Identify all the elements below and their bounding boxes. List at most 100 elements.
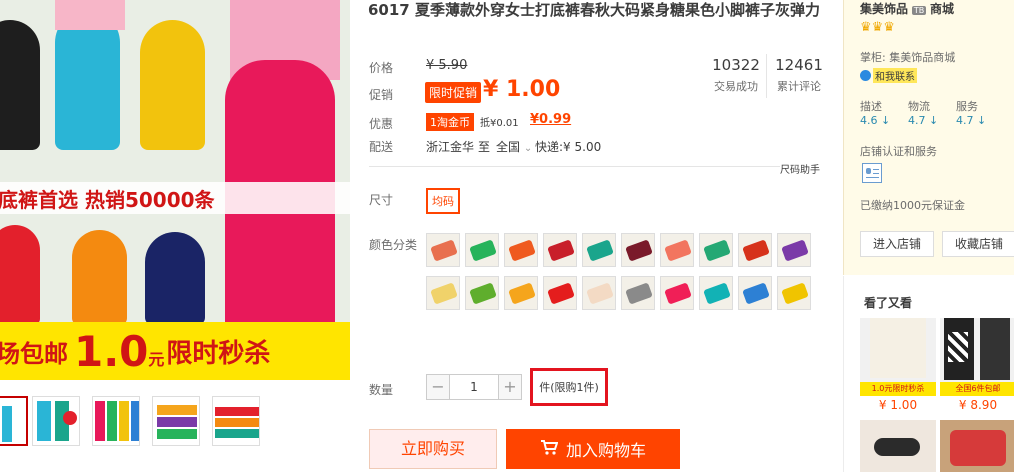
purchase-limit-highlight: 件(限购1件) (530, 368, 608, 406)
original-price: ¥ 5.90 (426, 58, 468, 73)
stat-divider (766, 54, 767, 98)
score-logistics-value: 4.7 ↓ (908, 114, 939, 127)
score-desc-value: 4.6 ↓ (860, 114, 891, 127)
color-swatch[interactable] (621, 233, 655, 267)
keeper-label: 掌柜: (860, 51, 886, 64)
increment-button[interactable]: + (498, 374, 522, 400)
color-sample (664, 282, 692, 305)
arrow-down-icon: ↓ (881, 114, 891, 127)
contact-label: 和我联系 (873, 68, 917, 83)
color-swatch[interactable] (582, 233, 616, 267)
keeper-name: 集美饰品商城 (889, 51, 956, 64)
color-sample (508, 239, 536, 262)
color-swatch[interactable] (543, 276, 577, 310)
color-sample (547, 239, 575, 262)
color-sample (664, 239, 692, 262)
rec-image-2b (980, 318, 1010, 380)
color-swatch[interactable] (582, 276, 616, 310)
color-sample (625, 239, 653, 262)
coin-tag: 1淘金币 (426, 113, 474, 131)
buy-now-button[interactable]: 立即购买 (369, 429, 497, 469)
color-swatch[interactable] (621, 276, 655, 310)
coin-deduct: 抵¥0.01 (480, 118, 519, 129)
size-helper-link[interactable]: 尺码助手 (780, 161, 820, 176)
promo-label: 促销 (369, 88, 394, 102)
color-swatch[interactable] (426, 276, 460, 310)
stat-reviews[interactable]: 12461 累计评论 (775, 56, 823, 94)
quantity-label: 数量 (369, 383, 394, 397)
color-sample (742, 239, 770, 262)
color-sample (469, 239, 497, 262)
contact-seller-link[interactable]: 和我联系 (860, 68, 917, 83)
shipping-label: 配送 (369, 140, 394, 154)
color-sample (430, 239, 458, 262)
score-service-value: 4.7 ↓ (956, 114, 987, 127)
color-swatch[interactable] (504, 233, 538, 267)
ship-fee: 快递:¥ 5.00 (535, 140, 602, 154)
color-sample (703, 239, 731, 262)
stat-sales-number: 10322 (712, 56, 760, 74)
stat-reviews-number: 12461 (775, 56, 823, 74)
thumbnail-3[interactable] (92, 396, 140, 446)
thumbnail-5[interactable] (212, 396, 260, 446)
image-banner-mid: 底裤首选 热销50000条 (0, 182, 350, 214)
ship-to-value: 全国 (496, 140, 521, 154)
quantity-stepper: − 1 + (426, 374, 526, 402)
color-swatch[interactable] (777, 276, 811, 310)
shop-scores: 描述 4.6 ↓ 物流 4.7 ↓ 服务 4.7 ↓ (860, 98, 1010, 132)
color-sample (508, 282, 536, 305)
color-swatch-grid (426, 233, 816, 355)
enter-shop-button[interactable]: 进入店铺 (860, 231, 934, 257)
ship-to-select[interactable]: 全国 ⌄ (496, 138, 532, 155)
color-swatch[interactable] (738, 276, 772, 310)
add-to-cart-button[interactable]: 加入购物车 (506, 429, 680, 469)
color-sample (625, 282, 653, 305)
score-logistics-label: 物流 (908, 100, 930, 113)
deposit-text: 已缴纳1000元保证金 (860, 199, 965, 212)
size-option-onesize[interactable]: 均码 (426, 188, 460, 214)
color-swatch[interactable] (699, 276, 733, 310)
color-swatch[interactable] (426, 233, 460, 267)
color-sample (703, 282, 731, 305)
color-swatch[interactable] (543, 233, 577, 267)
legging-orange (72, 230, 127, 325)
stat-sales-label: 交易成功 (714, 80, 758, 93)
color-swatch[interactable] (699, 233, 733, 267)
shop-suffix: 商城 (930, 2, 955, 16)
also-viewed-title: 看了又看 (864, 296, 913, 310)
color-sample (547, 282, 575, 305)
color-sample (430, 282, 458, 305)
recommendation-item-2[interactable]: 全国6件包邮 (940, 318, 1014, 396)
thumbnail-2[interactable] (32, 396, 80, 446)
color-swatch[interactable] (777, 233, 811, 267)
rec-tag-1: 1.0元限时秒杀 (860, 382, 936, 396)
color-sample (469, 282, 497, 305)
decrement-button[interactable]: − (426, 374, 450, 400)
recommendation-item-4[interactable] (940, 420, 1014, 472)
ship-from: 浙江金华 (426, 140, 475, 154)
color-swatch[interactable] (504, 276, 538, 310)
keeper-row: 掌柜: 集美饰品商城 (860, 49, 955, 65)
color-swatch[interactable] (660, 233, 694, 267)
color-swatch[interactable] (465, 276, 499, 310)
color-sample (781, 239, 809, 262)
color-swatch[interactable] (738, 233, 772, 267)
thumbnail-4[interactable] (152, 396, 200, 446)
coin-price: ¥0.99 (530, 112, 572, 127)
color-swatch[interactable] (660, 276, 694, 310)
thumbnail-1[interactable] (0, 396, 28, 446)
color-swatch[interactable] (465, 233, 499, 267)
shop-name-row[interactable]: 集美饰品 TB 商城 (860, 0, 954, 17)
recommendation-item-1[interactable]: 1.0元限时秒杀 (860, 318, 936, 396)
quantity-input[interactable]: 1 (450, 374, 498, 400)
size-label: 尺寸 (369, 193, 394, 207)
recommendation-item-3[interactable] (860, 420, 936, 472)
discount-label: 优惠 (369, 117, 394, 131)
rec-tag-2: 全国6件包邮 (940, 382, 1014, 396)
favorite-shop-button[interactable]: 收藏店铺 (942, 231, 1014, 257)
color-label: 颜色分类 (369, 238, 418, 252)
purchase-limit-text: (限购1件) (550, 381, 599, 394)
rec-pattern (948, 332, 968, 362)
id-card-icon[interactable] (862, 163, 882, 183)
shirt-pink (55, 0, 125, 30)
